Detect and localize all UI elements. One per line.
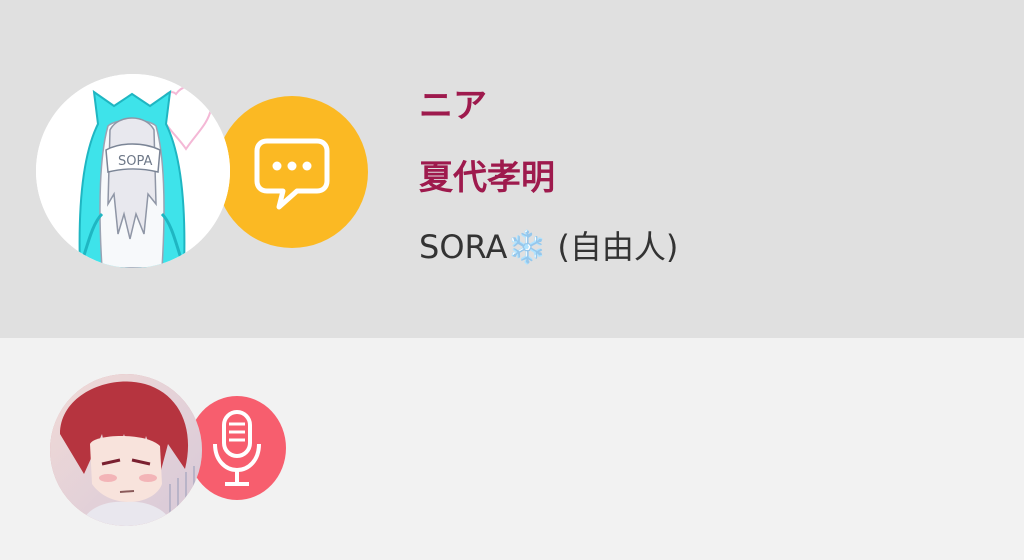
chat-badge[interactable] [216, 96, 368, 248]
avatar[interactable]: SOPA [36, 74, 230, 268]
status-text: SORA❄️ (自由人) [419, 228, 679, 266]
avatar-illustration [50, 374, 202, 526]
avatar-illustration: SOPA [36, 74, 230, 268]
svg-text:SOPA: SOPA [118, 154, 152, 169]
display-name: ニア [419, 86, 487, 126]
voice-badge[interactable] [188, 396, 286, 500]
avatar[interactable] [50, 374, 202, 526]
user-card-1[interactable]: SOPA ニア 夏代孝明 SORA❄️ (自由人) [0, 0, 1024, 338]
secondary-name: 夏代孝明 [419, 158, 555, 198]
microphone-icon [213, 410, 261, 486]
user-card-2[interactable] [0, 338, 1024, 560]
chat-bubble-icon [254, 138, 330, 210]
